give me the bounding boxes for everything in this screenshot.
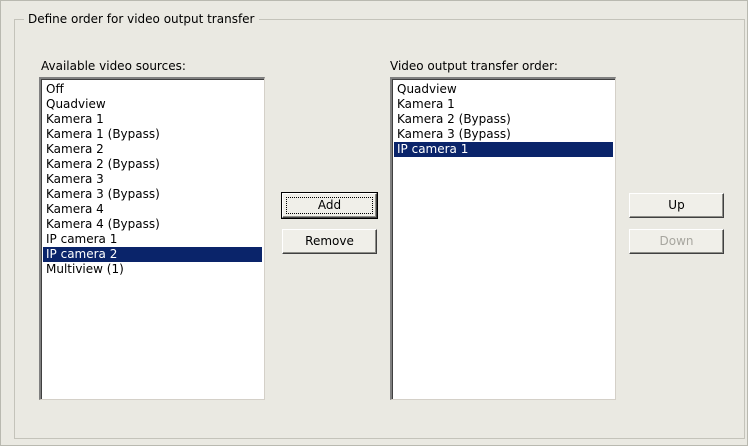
list-item[interactable]: Kamera 2 (Bypass) [394, 112, 613, 127]
add-button[interactable]: Add [281, 192, 378, 219]
list-item[interactable]: Multiview (1) [43, 262, 262, 277]
list-item[interactable]: Kamera 2 [43, 142, 262, 157]
down-button[interactable]: Down [629, 229, 724, 254]
list-item[interactable]: Kamera 1 [43, 112, 262, 127]
up-button[interactable]: Up [629, 193, 724, 218]
transfer-order-label: Video output transfer order: [390, 59, 558, 73]
list-item[interactable]: Kamera 1 [394, 97, 613, 112]
list-item[interactable]: Kamera 3 (Bypass) [43, 187, 262, 202]
remove-button[interactable]: Remove [282, 229, 377, 254]
list-item[interactable]: Quadview [394, 82, 613, 97]
list-item[interactable]: IP camera 2 [43, 247, 262, 262]
list-item[interactable]: Kamera 4 [43, 202, 262, 217]
remove-button-label: Remove [305, 234, 354, 248]
list-item[interactable]: IP camera 1 [394, 142, 613, 157]
groupbox-title: Define order for video output transfer [24, 11, 259, 27]
list-item[interactable]: Kamera 3 (Bypass) [394, 127, 613, 142]
list-item[interactable]: IP camera 1 [43, 232, 262, 247]
down-button-label: Down [659, 234, 694, 248]
transfer-order-listbox[interactable]: Quadview Kamera 1 Kamera 2 (Bypass) Kamera … [390, 77, 616, 400]
list-item[interactable]: Kamera 4 (Bypass) [43, 217, 262, 232]
available-sources-listbox[interactable]: Off Quadview Kamera 1 Kamera 1 (Bypass) Kame… [39, 77, 265, 400]
list-item[interactable]: Off [43, 82, 262, 97]
list-item[interactable]: Quadview [43, 97, 262, 112]
up-button-label: Up [668, 198, 685, 212]
available-sources-label: Available video sources: [41, 59, 186, 73]
list-item[interactable]: Kamera 3 [43, 172, 262, 187]
add-button-label: Add [317, 198, 342, 212]
list-item[interactable]: Kamera 2 (Bypass) [43, 157, 262, 172]
list-item[interactable]: Kamera 1 (Bypass) [43, 127, 262, 142]
